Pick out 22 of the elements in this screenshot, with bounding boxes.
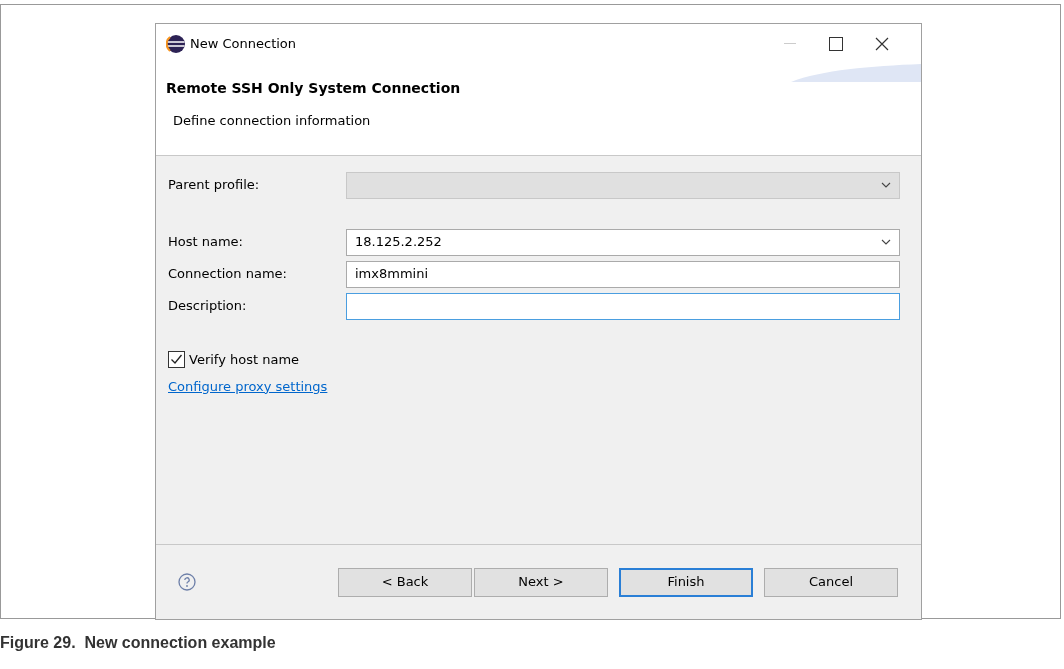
figure-caption: Figure 29. New connection example [0,633,277,653]
close-icon[interactable] [875,37,889,51]
page-description: Define connection information [173,112,372,130]
field-label: Connection name: [168,265,288,284]
checkbox[interactable] [168,351,185,369]
window-title: New Connection [190,35,297,54]
wizard-button[interactable]: Cancel [764,567,898,597]
field-label: Host name: [168,233,244,252]
field-label: Description: [168,297,248,316]
app-logo-icon [166,34,186,54]
combo-box[interactable]: 18.125.2.252 [346,228,900,256]
maximize-icon[interactable] [829,37,843,51]
page-title: Remote SSH Only System Connection [166,79,462,98]
proxy-settings-link[interactable]: Configure proxy settings [168,376,328,396]
input-field[interactable] [346,292,900,320]
field-label: Parent profile: [168,176,261,195]
checkbox-label: Verify host name [189,351,300,369]
wizard-button[interactable]: < Back [338,567,472,597]
help-icon[interactable] [178,573,196,591]
wizard-button[interactable]: Finish [619,567,753,597]
wizard-button[interactable]: Next > [474,567,608,597]
input-field[interactable]: imx8mmini [346,260,900,288]
